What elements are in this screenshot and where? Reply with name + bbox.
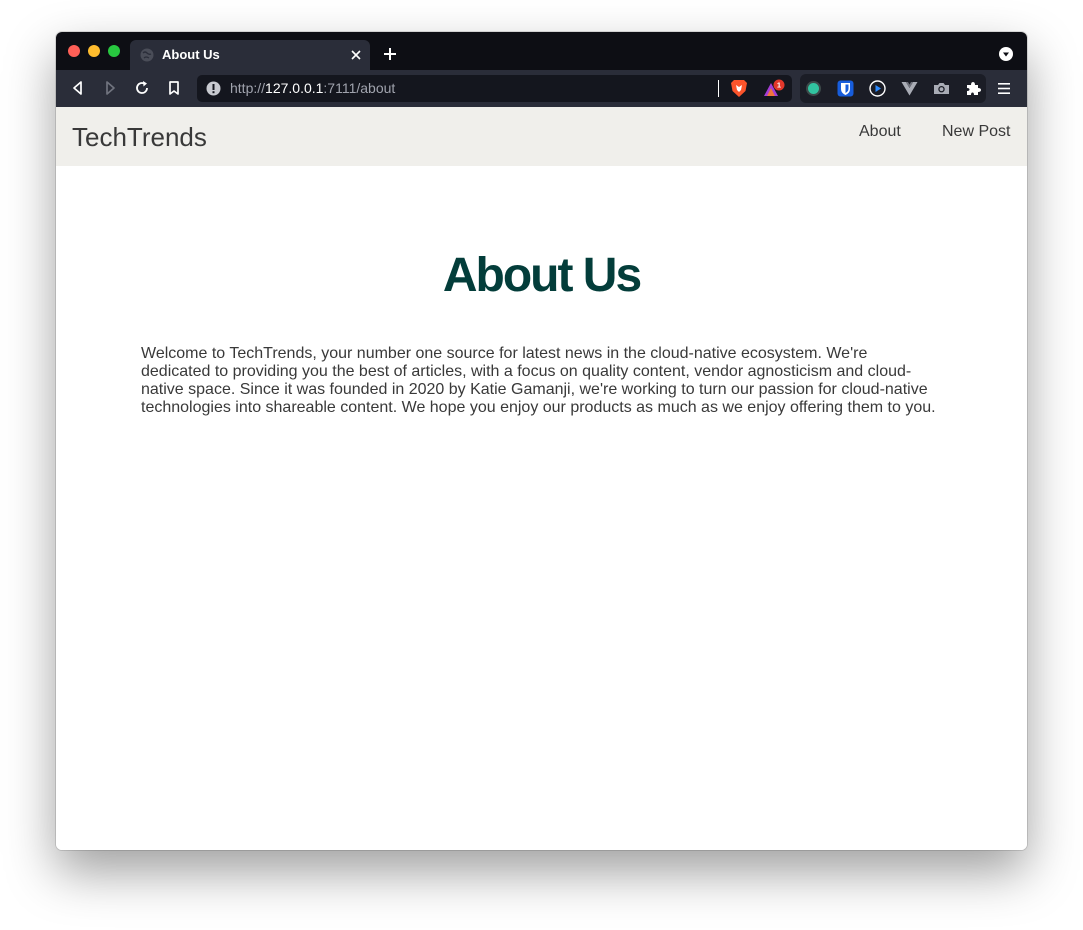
nav-new-post-link[interactable]: New Post — [942, 123, 1010, 141]
extension-play-icon[interactable] — [869, 80, 886, 97]
minimize-window-button[interactable] — [88, 45, 100, 57]
globe-icon — [140, 48, 154, 62]
camera-icon[interactable] — [933, 80, 950, 97]
reload-icon[interactable] — [133, 79, 151, 97]
tab-title: About Us — [162, 47, 220, 62]
extension-green-dot-icon[interactable] — [805, 80, 822, 97]
zoom-window-button[interactable] — [108, 45, 120, 57]
url-text: http://127.0.0.1:7111/about — [230, 80, 395, 96]
url-path: :7111/about — [323, 80, 396, 96]
extensions-puzzle-icon[interactable] — [965, 80, 982, 97]
close-window-button[interactable] — [68, 45, 80, 57]
page-title: About Us — [442, 249, 642, 302]
url-host: 127.0.0.1 — [265, 80, 324, 96]
new-tab-icon[interactable] — [382, 46, 398, 62]
page-content: TechTrends About New Post About Us Welco… — [56, 107, 1027, 850]
site-brand-link[interactable]: TechTrends — [72, 122, 207, 153]
address-bar[interactable]: http://127.0.0.1:7111/about 1 — [197, 75, 792, 102]
nav-about-link[interactable]: About — [859, 123, 901, 141]
close-tab-icon[interactable] — [348, 47, 364, 63]
brave-shields-icon[interactable] — [730, 79, 748, 98]
bookmark-icon[interactable] — [165, 79, 183, 97]
about-paragraph: Welcome to TechTrends, your number one s… — [141, 345, 936, 416]
rewards-badge: 1 — [777, 81, 781, 90]
tab-list-dropdown-icon[interactable] — [999, 47, 1013, 61]
menu-icon[interactable] — [998, 82, 1010, 95]
url-divider — [718, 80, 719, 97]
site-info-icon[interactable] — [206, 81, 221, 96]
tab-about-us[interactable]: About Us — [130, 40, 370, 70]
forward-icon[interactable] — [101, 79, 119, 97]
vue-devtools-icon[interactable] — [901, 80, 918, 97]
url-scheme: http:// — [230, 80, 266, 96]
browser-window: About Us http://127.0.0.1:7111/about 1 T… — [56, 32, 1027, 850]
site-navbar: TechTrends About New Post — [56, 107, 1027, 166]
bitwarden-icon[interactable] — [837, 80, 854, 97]
back-icon[interactable] — [69, 79, 87, 97]
brave-rewards-icon[interactable]: 1 — [763, 79, 785, 99]
extensions-group — [800, 74, 986, 103]
browser-toolbar: http://127.0.0.1:7111/about 1 — [56, 70, 1027, 107]
tab-strip: About Us — [56, 32, 1027, 70]
